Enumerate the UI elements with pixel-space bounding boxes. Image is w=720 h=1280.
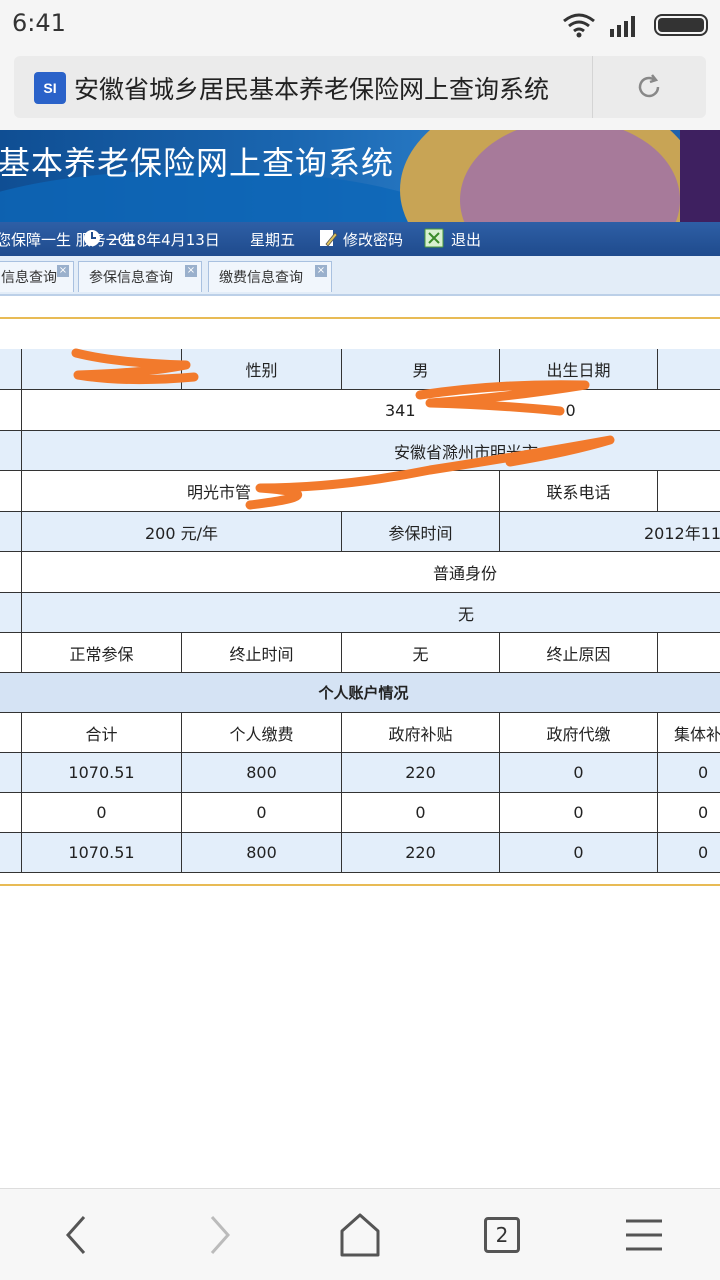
tab-info-query[interactable]: 信息查询 × [0, 261, 74, 292]
home-icon[interactable] [330, 1207, 390, 1263]
account-section-title: 个人账户情况 [0, 673, 720, 713]
reload-icon[interactable] [634, 72, 664, 102]
browser-toolbar: SI 安徽省城乡居民基本养老保险网上查询系统 [0, 50, 720, 130]
identity-value: 普通身份 [21, 552, 720, 593]
site-toolbar: 您保障一生 服务一生 2018年4月13日 星期五 修改密码 退出 [0, 222, 720, 256]
current-date: 2018年4月13日 [108, 231, 220, 249]
close-icon[interactable]: × [315, 265, 327, 277]
menu-icon[interactable] [614, 1207, 674, 1263]
join-time-label: 参保时间 [341, 512, 499, 552]
forward-icon[interactable] [190, 1207, 250, 1263]
contribution-level-value: 200 元/年 [21, 512, 341, 552]
change-password-link[interactable]: 修改密码 [343, 229, 403, 250]
back-icon[interactable] [48, 1207, 108, 1263]
edit-icon[interactable] [318, 228, 338, 248]
tab-bar: 信息查询 × 参保信息查询 × 缴费信息查询 × [0, 256, 720, 296]
close-icon[interactable]: × [185, 265, 197, 277]
page-title[interactable]: 安徽省城乡居民基本养老保险网上查询系统 [74, 70, 586, 106]
status-bar: 6:41 [0, 0, 720, 50]
tabs-button[interactable]: 2 [472, 1207, 532, 1263]
exit-icon[interactable] [424, 228, 444, 248]
end-time-value: 无 [341, 633, 499, 673]
current-weekday: 星期五 [250, 231, 296, 249]
join-time-value: 2012年11月 [499, 512, 720, 552]
end-reason-label: 终止原因 [499, 633, 657, 673]
clock-icon [84, 230, 100, 246]
logout-link[interactable]: 退出 [451, 229, 481, 250]
table-row: 0 0 0 0 0 [0, 793, 720, 833]
tab-insured-info-query[interactable]: 参保信息查询 × [78, 261, 202, 292]
redaction-scribble [415, 380, 590, 416]
status-value: 正常参保 [21, 633, 181, 673]
account-header-gov-subsidy: 政府补贴 [341, 713, 499, 753]
signal-icon [610, 16, 635, 37]
divider [0, 317, 720, 319]
account-header-total: 合计 [21, 713, 181, 753]
account-header-gov-paid: 政府代缴 [499, 713, 657, 753]
redaction-scribble [71, 348, 199, 385]
site-favicon-icon: SI [34, 72, 66, 104]
account-header-personal: 个人缴费 [181, 713, 341, 753]
table-row: 1070.51 800 220 0 0 [0, 753, 720, 793]
special-value: 无 [21, 593, 720, 633]
id-number-value: 341 0 [21, 390, 720, 431]
divider [0, 884, 720, 886]
tab-payment-info-query[interactable]: 缴费信息查询 × [208, 261, 332, 292]
address-bar[interactable]: SI 安徽省城乡居民基本养老保险网上查询系统 [14, 56, 706, 118]
browser-nav-bar: 2 [0, 1188, 720, 1280]
redaction-scribble [245, 435, 615, 510]
status-time: 6:41 [12, 9, 66, 37]
tab-count-badge: 2 [484, 1217, 520, 1253]
account-header-collective: 集体补 [657, 713, 720, 753]
battery-icon [654, 14, 708, 36]
table-row: 1070.51 800 220 0 0 [0, 833, 720, 873]
end-time-label: 终止时间 [181, 633, 341, 673]
banner-title: 基本养老保险网上查询系统 [0, 144, 395, 182]
insured-info-table: 性别 男 出生日期 341 0 安徽省滁州市明光市 明光市管 联系电话 200 … [0, 349, 720, 874]
wifi-icon [563, 13, 595, 38]
site-banner: 基本养老保险网上查询系统 [0, 130, 720, 222]
close-icon[interactable]: × [57, 265, 69, 277]
